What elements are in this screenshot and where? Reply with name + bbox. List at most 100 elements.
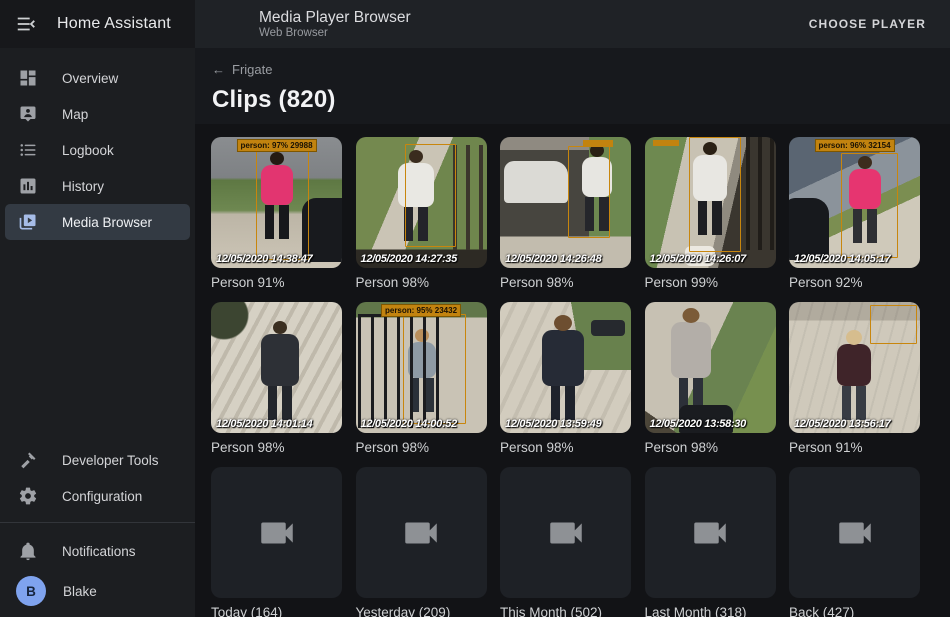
clip-caption: Person 98%: [356, 275, 487, 290]
panel-titles: Media Player Browser Web Browser: [259, 9, 411, 40]
folder-tile[interactable]: Back (427): [789, 467, 920, 617]
folder-tile[interactable]: Yesterday (209): [356, 467, 487, 617]
main-content: ← Frigate Clips (820) person: 97% 29988 …: [195, 48, 950, 617]
sidebar-user[interactable]: B Blake: [5, 571, 190, 611]
clip-tile[interactable]: 12/05/2020 14:26:48 Person 98%: [500, 137, 631, 290]
clip-timestamp: 12/05/2020 13:56:17: [794, 418, 890, 430]
clip-timestamp: 12/05/2020 13:59:49: [505, 418, 601, 430]
object-figure: [789, 198, 829, 260]
person-figure: [671, 322, 711, 378]
view-dashboard-icon: [16, 66, 40, 90]
clip-tile[interactable]: 12/05/2020 13:59:49 Person 98%: [500, 302, 631, 455]
video-camera-icon: [400, 512, 442, 554]
sidebar-item-configuration[interactable]: Configuration: [5, 478, 190, 514]
clip-tile[interactable]: 12/05/2020 14:27:35 Person 98%: [356, 137, 487, 290]
sidebar-divider: [0, 522, 195, 523]
clip-tile[interactable]: 12/05/2020 14:26:07 Person 99%: [645, 137, 776, 290]
detection-bbox: [403, 314, 466, 424]
sidebar: Overview Map Logbook History: [0, 48, 195, 617]
sidebar-item-logbook[interactable]: Logbook: [5, 132, 190, 168]
home-assistant-app: Home Assistant Media Player Browser Web …: [0, 0, 950, 617]
sidebar-item-developer-tools[interactable]: Developer Tools: [5, 442, 190, 478]
folder-tile[interactable]: Last Month (318): [645, 467, 776, 617]
clip-tile[interactable]: 12/05/2020 14:01:14 Person 98%: [211, 302, 342, 455]
app-title: Home Assistant: [57, 15, 171, 33]
clip-thumbnail: 12/05/2020 13:56:17: [789, 302, 920, 433]
clip-tile[interactable]: person: 97% 29988 12/05/2020 14:38:47 Pe…: [211, 137, 342, 290]
video-camera-icon: [689, 512, 731, 554]
clip-thumbnail: person: 96% 32154 12/05/2020 14:05:17: [789, 137, 920, 268]
clip-caption: Person 98%: [645, 440, 776, 455]
video-camera-icon: [545, 512, 587, 554]
folder-thumbnail: [356, 467, 487, 598]
sidebar-item-notifications[interactable]: Notifications: [5, 533, 190, 569]
sidebar-item-label: Notifications: [62, 544, 136, 559]
detection-label: person: 95% 23432: [381, 304, 461, 317]
folder-tile[interactable]: This Month (502): [500, 467, 631, 617]
clip-tile[interactable]: 12/05/2020 13:56:17 Person 91%: [789, 302, 920, 455]
folder-tile[interactable]: Today (164): [211, 467, 342, 617]
clip-timestamp: 12/05/2020 14:38:47: [216, 253, 312, 265]
detection-bbox: [256, 142, 310, 260]
person-figure: [837, 344, 871, 386]
clip-caption: Person 98%: [211, 440, 342, 455]
clip-tile[interactable]: 12/05/2020 13:58:30 Person 98%: [645, 302, 776, 455]
folder-label: Today (164): [211, 605, 342, 617]
gear-icon: [16, 484, 40, 508]
folder-thumbnail: [645, 467, 776, 598]
sidebar-item-label: Configuration: [62, 489, 142, 504]
clip-thumbnail: 12/05/2020 14:27:35: [356, 137, 487, 268]
sidebar-item-label: Logbook: [62, 143, 114, 158]
clip-caption: Person 91%: [211, 275, 342, 290]
clip-timestamp: 12/05/2020 14:01:14: [216, 418, 312, 430]
sidebar-item-overview[interactable]: Overview: [5, 60, 190, 96]
bell-icon: [16, 539, 40, 563]
clip-caption: Person 98%: [500, 440, 631, 455]
clip-timestamp: 12/05/2020 14:26:48: [505, 253, 601, 265]
clip-timestamp: 12/05/2020 14:27:35: [361, 253, 457, 265]
clip-thumbnail: person: 95% 23432 12/05/2020 14:00:52: [356, 302, 487, 433]
sidebar-item-history[interactable]: History: [5, 168, 190, 204]
clip-thumbnail: 12/05/2020 14:26:07: [645, 137, 776, 268]
folder-label: Yesterday (209): [356, 605, 487, 617]
video-camera-icon: [834, 512, 876, 554]
history-chart-icon: [16, 174, 40, 198]
object-figure: [504, 161, 568, 203]
detection-bbox: [405, 144, 456, 247]
folder-label: Back (427): [789, 605, 920, 617]
clip-thumbnail: 12/05/2020 14:01:14: [211, 302, 342, 433]
sidebar-item-label: Overview: [62, 71, 118, 86]
object-figure: [591, 320, 625, 336]
clips-grid-wrap: person: 97% 29988 12/05/2020 14:38:47 Pe…: [195, 124, 950, 617]
app-body: Overview Map Logbook History: [0, 48, 950, 617]
clip-caption: Person 92%: [789, 275, 920, 290]
clip-caption: Person 91%: [789, 440, 920, 455]
clip-timestamp: 12/05/2020 14:26:07: [650, 253, 746, 265]
sidebar-item-map[interactable]: Map: [5, 96, 190, 132]
folder-label: This Month (502): [500, 605, 631, 617]
sidebar-item-label: Media Browser: [62, 215, 152, 230]
clip-timestamp: 12/05/2020 13:58:30: [650, 418, 746, 430]
breadcrumb-back[interactable]: ← Frigate: [212, 62, 272, 77]
person-figure: [542, 330, 584, 386]
clip-thumbnail: person: 97% 29988 12/05/2020 14:38:47: [211, 137, 342, 268]
sidebar-item-media-browser[interactable]: Media Browser: [5, 204, 190, 240]
clip-caption: Person 98%: [356, 440, 487, 455]
hammer-icon: [16, 448, 40, 472]
sidebar-spacer: [0, 240, 195, 442]
choose-player-button[interactable]: CHOOSE PLAYER: [803, 9, 932, 39]
clips-grid: person: 97% 29988 12/05/2020 14:38:47 Pe…: [211, 137, 950, 617]
back-arrow-icon: ←: [212, 62, 225, 77]
clip-thumbnail: 12/05/2020 13:58:30: [645, 302, 776, 433]
logbook-list-icon: [16, 138, 40, 162]
person-figure: [261, 334, 299, 386]
detection-bbox: [870, 305, 917, 344]
media-header: ← Frigate Clips (820): [195, 48, 950, 124]
avatar: B: [16, 576, 46, 606]
sidebar-item-label: History: [62, 179, 104, 194]
clip-tile[interactable]: person: 95% 23432 12/05/2020 14:00:52 Pe…: [356, 302, 487, 455]
clip-tile[interactable]: person: 96% 32154 12/05/2020 14:05:17 Pe…: [789, 137, 920, 290]
menu-toggle-icon[interactable]: [14, 12, 38, 36]
page-title: Clips (820): [212, 86, 934, 114]
sidebar-item-label: Developer Tools: [62, 453, 159, 468]
